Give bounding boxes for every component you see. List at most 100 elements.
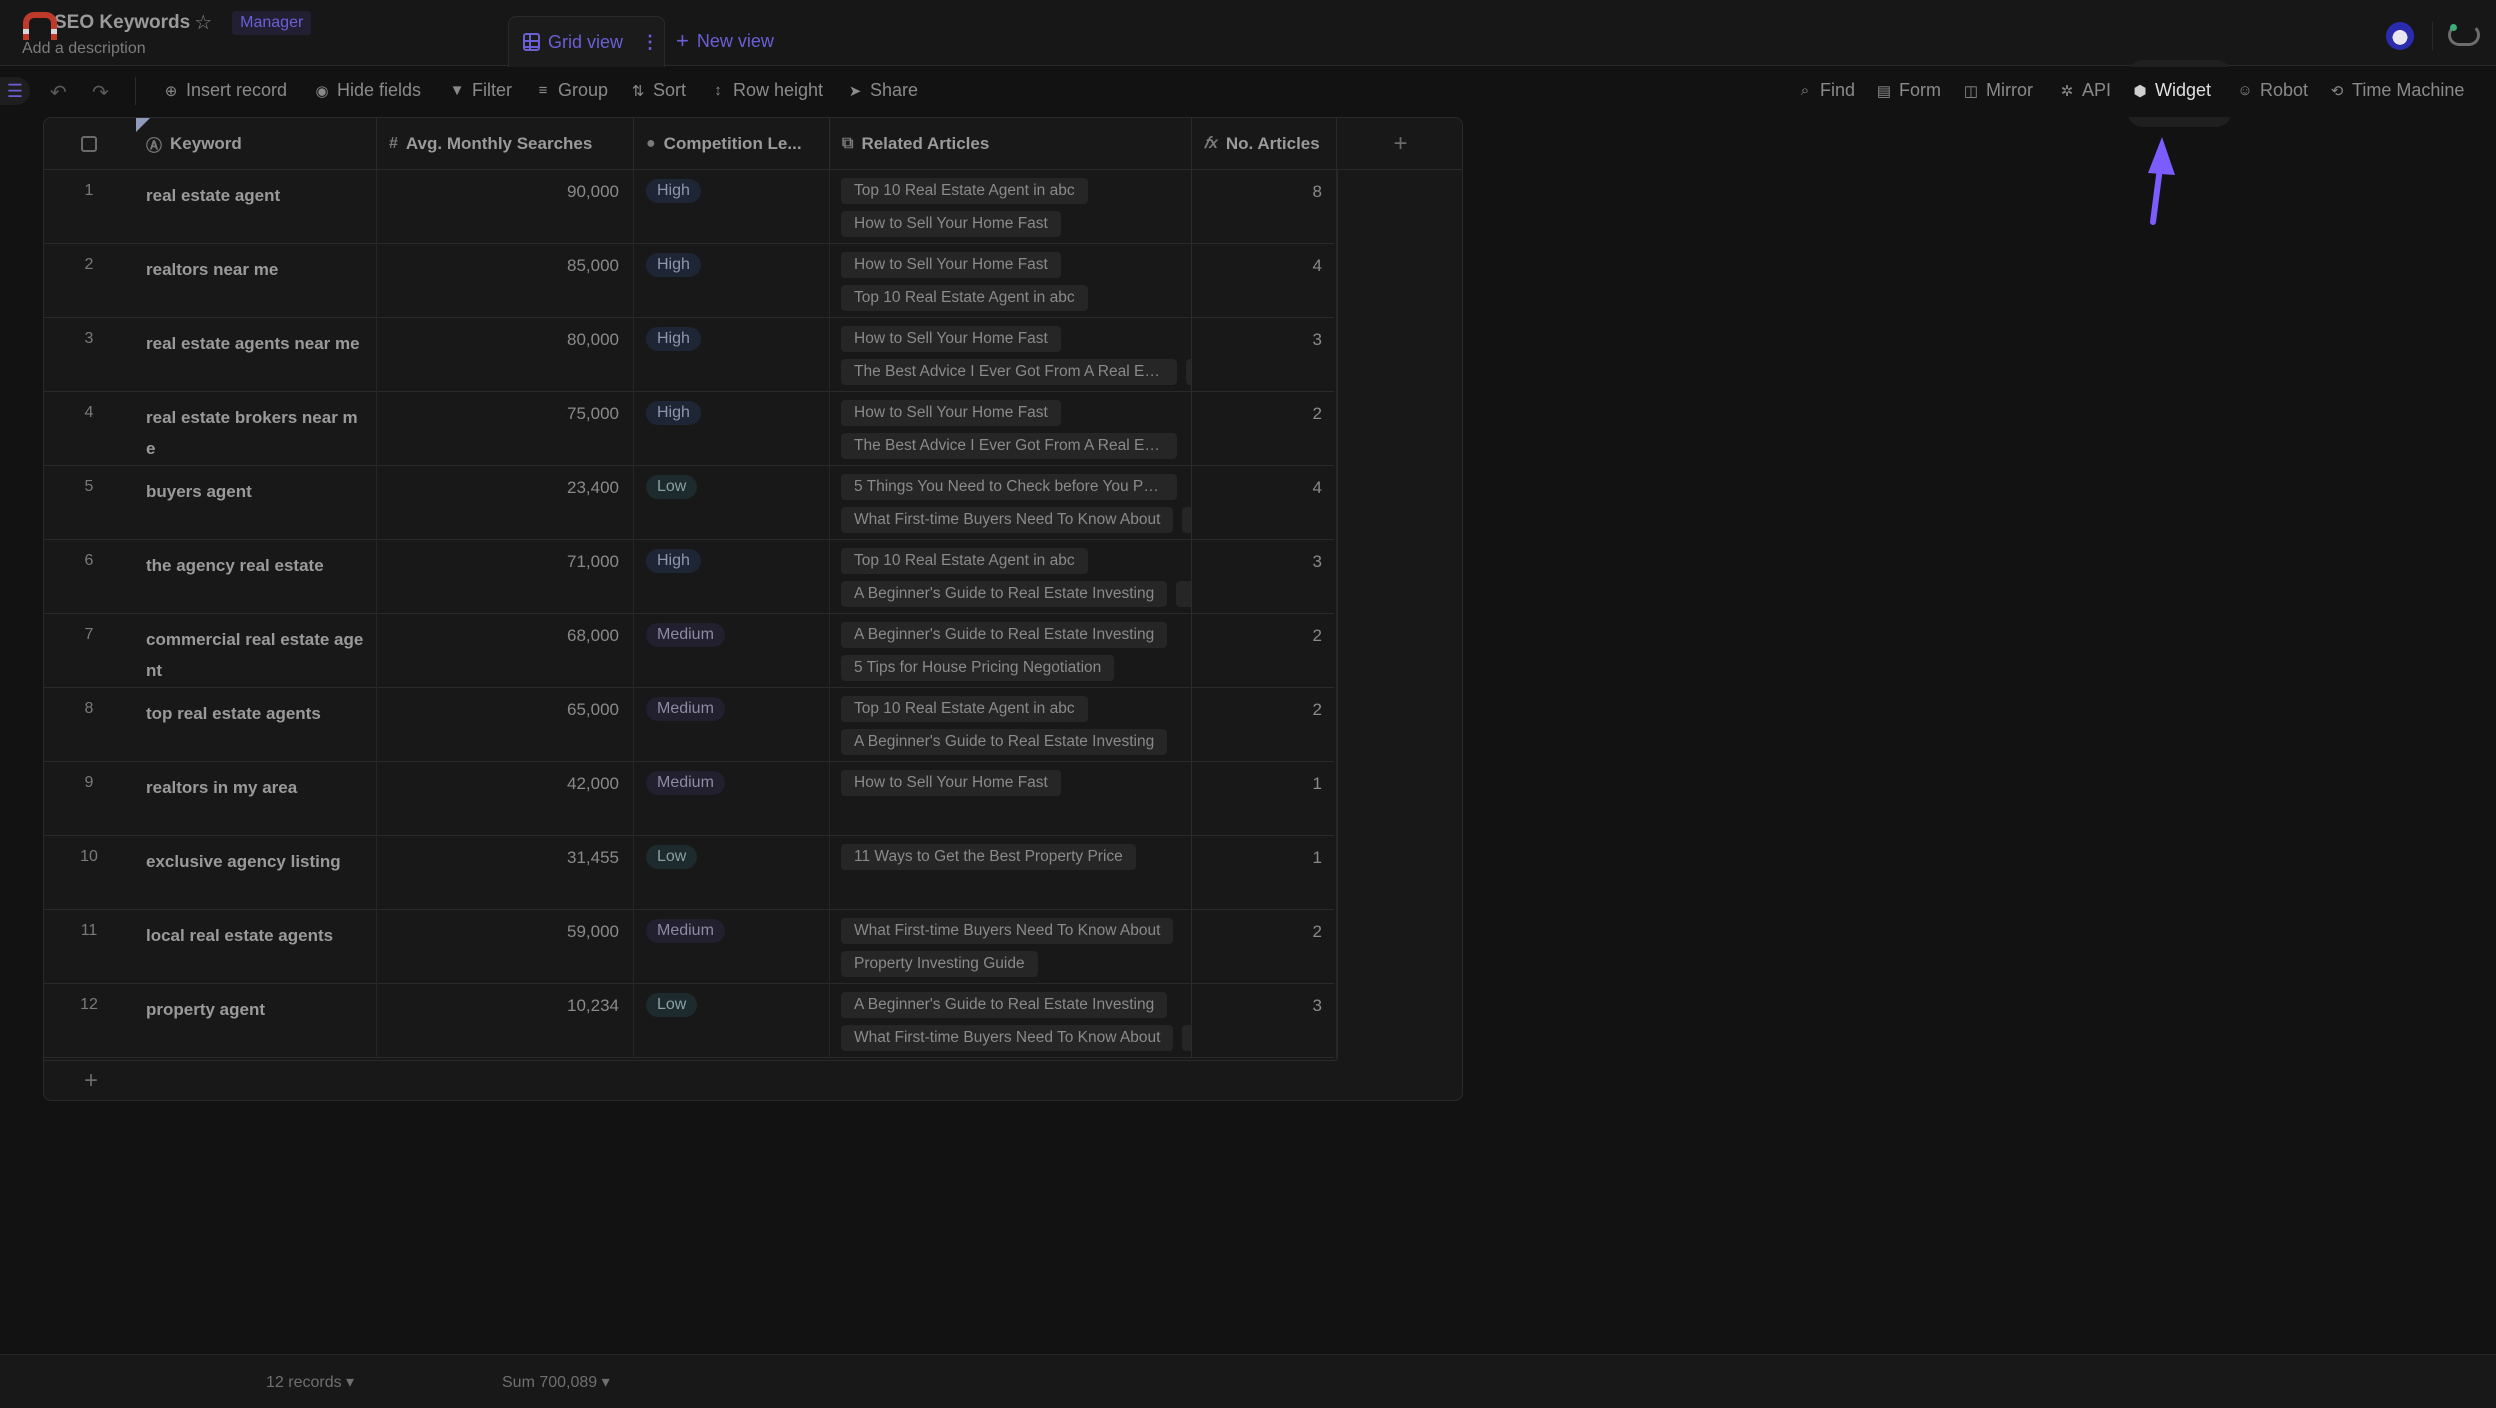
keyword-cell[interactable]: local real estate agents (134, 910, 377, 984)
competition-level-cell[interactable]: Low (634, 466, 830, 540)
linked-article-tag[interactable]: Top 10 Real Estate Agent in abc (841, 178, 1088, 204)
datasheet-title[interactable]: SEO Keywords (54, 12, 190, 34)
linked-article-tag[interactable]: A Beginner's Guide to Real Estate Invest… (841, 581, 1168, 607)
group-button[interactable]: ≡ Group (535, 80, 608, 101)
keyword-cell[interactable]: real estate agent (134, 170, 377, 244)
star-icon[interactable]: ☆ (194, 10, 212, 35)
keyword-cell[interactable]: realtors near me (134, 244, 377, 318)
avg-monthly-searches-cell[interactable]: 42,000 (377, 762, 634, 836)
new-view-button[interactable]: + New view (676, 28, 774, 54)
select-all-checkbox[interactable] (81, 136, 97, 152)
more-options-icon[interactable]: ⋮ (641, 32, 659, 53)
form-button[interactable]: ▤ Form (1876, 80, 1941, 101)
mirror-button[interactable]: ◫ Mirror (1963, 80, 2033, 101)
table-row[interactable]: 3 real estate agents near me 80,000 High How… (44, 318, 1337, 392)
keyword-cell[interactable]: commercial real estate agent (134, 614, 377, 688)
add-row-button[interactable]: + (44, 1060, 1337, 1100)
linked-article-tag[interactable]: A Beginner's Guide to Real Estate Invest… (841, 992, 1168, 1018)
record-count[interactable]: 12 records ▾ (266, 1372, 354, 1392)
competition-level-cell[interactable]: Medium (634, 910, 830, 984)
avg-monthly-searches-cell[interactable]: 65,000 (377, 688, 634, 762)
table-row[interactable]: 5 buyers agent 23,400 Low 5 Things You Need … (44, 466, 1337, 540)
table-row[interactable]: 9 realtors in my area 42,000 Medium How to S… (44, 762, 1337, 836)
competition-level-cell[interactable]: High (634, 170, 830, 244)
related-articles-cell[interactable]: How to Sell Your Home Fast (830, 762, 1192, 836)
keyword-cell[interactable]: property agent (134, 984, 377, 1058)
column-header-no-articles[interactable]: 𝑓x No. Articles (1192, 118, 1337, 170)
description-field[interactable]: Add a description (22, 40, 146, 58)
keyword-cell[interactable]: the agency real estate (134, 540, 377, 614)
column-header-competition-level[interactable]: ● Competition Le... (634, 118, 830, 170)
linked-article-tag[interactable]: Top 10 Real Estate Agent in abc (841, 696, 1088, 722)
related-articles-cell[interactable]: 11 Ways to Get the Best Property Price (830, 836, 1192, 910)
linked-article-tag[interactable]: What First-time Buyers Need To Know Abou… (841, 1025, 1174, 1051)
linked-article-tag[interactable]: 5 Things You Need to Check before You Pu… (841, 474, 1177, 500)
competition-level-cell[interactable]: Medium (634, 762, 830, 836)
linked-article-tag[interactable]: The Best Advice I Ever Got From A Real E… (841, 433, 1177, 459)
related-articles-cell[interactable]: A Beginner's Guide to Real Estate Invest… (830, 614, 1192, 688)
linked-article-tag[interactable]: How to Sell Your Home Fast (841, 400, 1061, 426)
linked-article-tag[interactable]: How to Sell Your Home Fast (841, 326, 1061, 352)
linked-article-tag[interactable]: What First-time Buyers Need To Know Abou… (841, 507, 1174, 533)
robot-button[interactable]: ☺ Robot (2237, 80, 2308, 101)
keyword-cell[interactable]: real estate brokers near me (134, 392, 377, 466)
table-row[interactable]: 2 realtors near me 85,000 High How to Sell Y… (44, 244, 1337, 318)
table-row[interactable]: 10 exclusive agency listing 31,455 Low 11 Wa… (44, 836, 1337, 910)
insert-record-button[interactable]: ⊕ Insert record (163, 80, 287, 101)
table-row[interactable]: 7 commercial real estate agent 68,000 Mediu… (44, 614, 1337, 688)
table-row[interactable]: 1 real estate agent 90,000 High Top 10 Real … (44, 170, 1337, 244)
avg-monthly-searches-cell[interactable]: 71,000 (377, 540, 634, 614)
avg-monthly-searches-cell[interactable]: 80,000 (377, 318, 634, 392)
competition-level-cell[interactable]: High (634, 540, 830, 614)
avg-monthly-searches-cell[interactable]: 75,000 (377, 392, 634, 466)
column-header-avg-monthly-searches[interactable]: # Avg. Monthly Searches (377, 118, 634, 170)
linked-article-tag[interactable]: Property Investing Guide (841, 951, 1038, 977)
table-row[interactable]: 4 real estate brokers near me 75,000 High Ho… (44, 392, 1337, 466)
table-row[interactable]: 11 local real estate agents 59,000 Medium Wh… (44, 910, 1337, 984)
widget-button[interactable]: ⬢ Widget (2132, 80, 2211, 101)
column-header-related-articles[interactable]: ⧉ Related Articles (830, 118, 1192, 170)
add-column-button[interactable]: + (1337, 118, 1462, 170)
table-row[interactable]: 12 property agent 10,234 Low A Beginner's Gu… (44, 984, 1337, 1058)
share-button[interactable]: ➤ Share (847, 80, 918, 101)
related-articles-cell[interactable]: Top 10 Real Estate Agent in abc A Beginne… (830, 540, 1192, 614)
linked-article-tag[interactable]: What First-time Buyers Need To Know Abou… (841, 918, 1174, 944)
sort-button[interactable]: ⇅ Sort (630, 80, 686, 101)
competition-level-cell[interactable]: Medium (634, 688, 830, 762)
redo-icon[interactable]: ↷ (92, 80, 109, 105)
related-articles-cell[interactable]: What First-time Buyers Need To Know Abou… (830, 910, 1192, 984)
sidebar-toggle-icon[interactable]: ☰ (0, 77, 30, 105)
api-button[interactable]: ✲ API (2059, 80, 2111, 101)
competition-level-cell[interactable]: High (634, 392, 830, 466)
linked-article-tag[interactable]: Top 10 Real Estate Agent in abc (841, 285, 1088, 311)
avg-monthly-searches-cell[interactable]: 68,000 (377, 614, 634, 688)
table-row[interactable]: 6 the agency real estate 71,000 High Top 10 … (44, 540, 1337, 614)
linked-article-tag[interactable]: 5 Tips for House Pricing Negotiation (841, 655, 1115, 681)
competition-level-cell[interactable]: Low (634, 836, 830, 910)
linked-article-tag[interactable]: How to Sell Your Home Fast (841, 252, 1061, 278)
table-row[interactable]: 8 top real estate agents 65,000 Medium Top 1… (44, 688, 1337, 762)
related-articles-cell[interactable]: 5 Things You Need to Check before You Pu… (830, 466, 1192, 540)
related-articles-cell[interactable]: How to Sell Your Home Fast Top 10 Real Es… (830, 244, 1192, 318)
competition-level-cell[interactable]: Medium (634, 614, 830, 688)
linked-article-tag[interactable]: Top 10 Real Estate Agent in abc (841, 548, 1088, 574)
linked-article-tag[interactable]: How to Sell Your Home Fast (841, 770, 1061, 796)
linked-article-tag[interactable]: How to Sell Your Home Fast (841, 211, 1061, 237)
filter-button[interactable]: ▼ Filter (449, 80, 512, 101)
avg-monthly-searches-cell[interactable]: 23,400 (377, 466, 634, 540)
related-articles-cell[interactable]: How to Sell Your Home Fast The Best Advic… (830, 392, 1192, 466)
linked-article-tag[interactable]: The Best Advice I Ever Got From A Real E… (841, 359, 1177, 385)
row-height-button[interactable]: ↕ Row height (710, 80, 823, 101)
avg-monthly-searches-cell[interactable]: 85,000 (377, 244, 634, 318)
competition-level-cell[interactable]: High (634, 318, 830, 392)
competition-level-cell[interactable]: High (634, 244, 830, 318)
hide-fields-button[interactable]: ◉ Hide fields (314, 80, 421, 101)
linked-article-tag[interactable]: 11 Ways to Get the Best Property Price (841, 844, 1136, 870)
related-articles-cell[interactable]: Top 10 Real Estate Agent in abc How to Se… (830, 170, 1192, 244)
keyword-cell[interactable]: real estate agents near me (134, 318, 377, 392)
avg-monthly-searches-cell[interactable]: 59,000 (377, 910, 634, 984)
linked-article-tag[interactable]: … (1176, 581, 1191, 607)
keyword-cell[interactable]: top real estate agents (134, 688, 377, 762)
tab-grid-view[interactable]: Grid view ⋮ (508, 16, 665, 67)
time-machine-button[interactable]: ⟲ Time Machine (2329, 80, 2465, 101)
